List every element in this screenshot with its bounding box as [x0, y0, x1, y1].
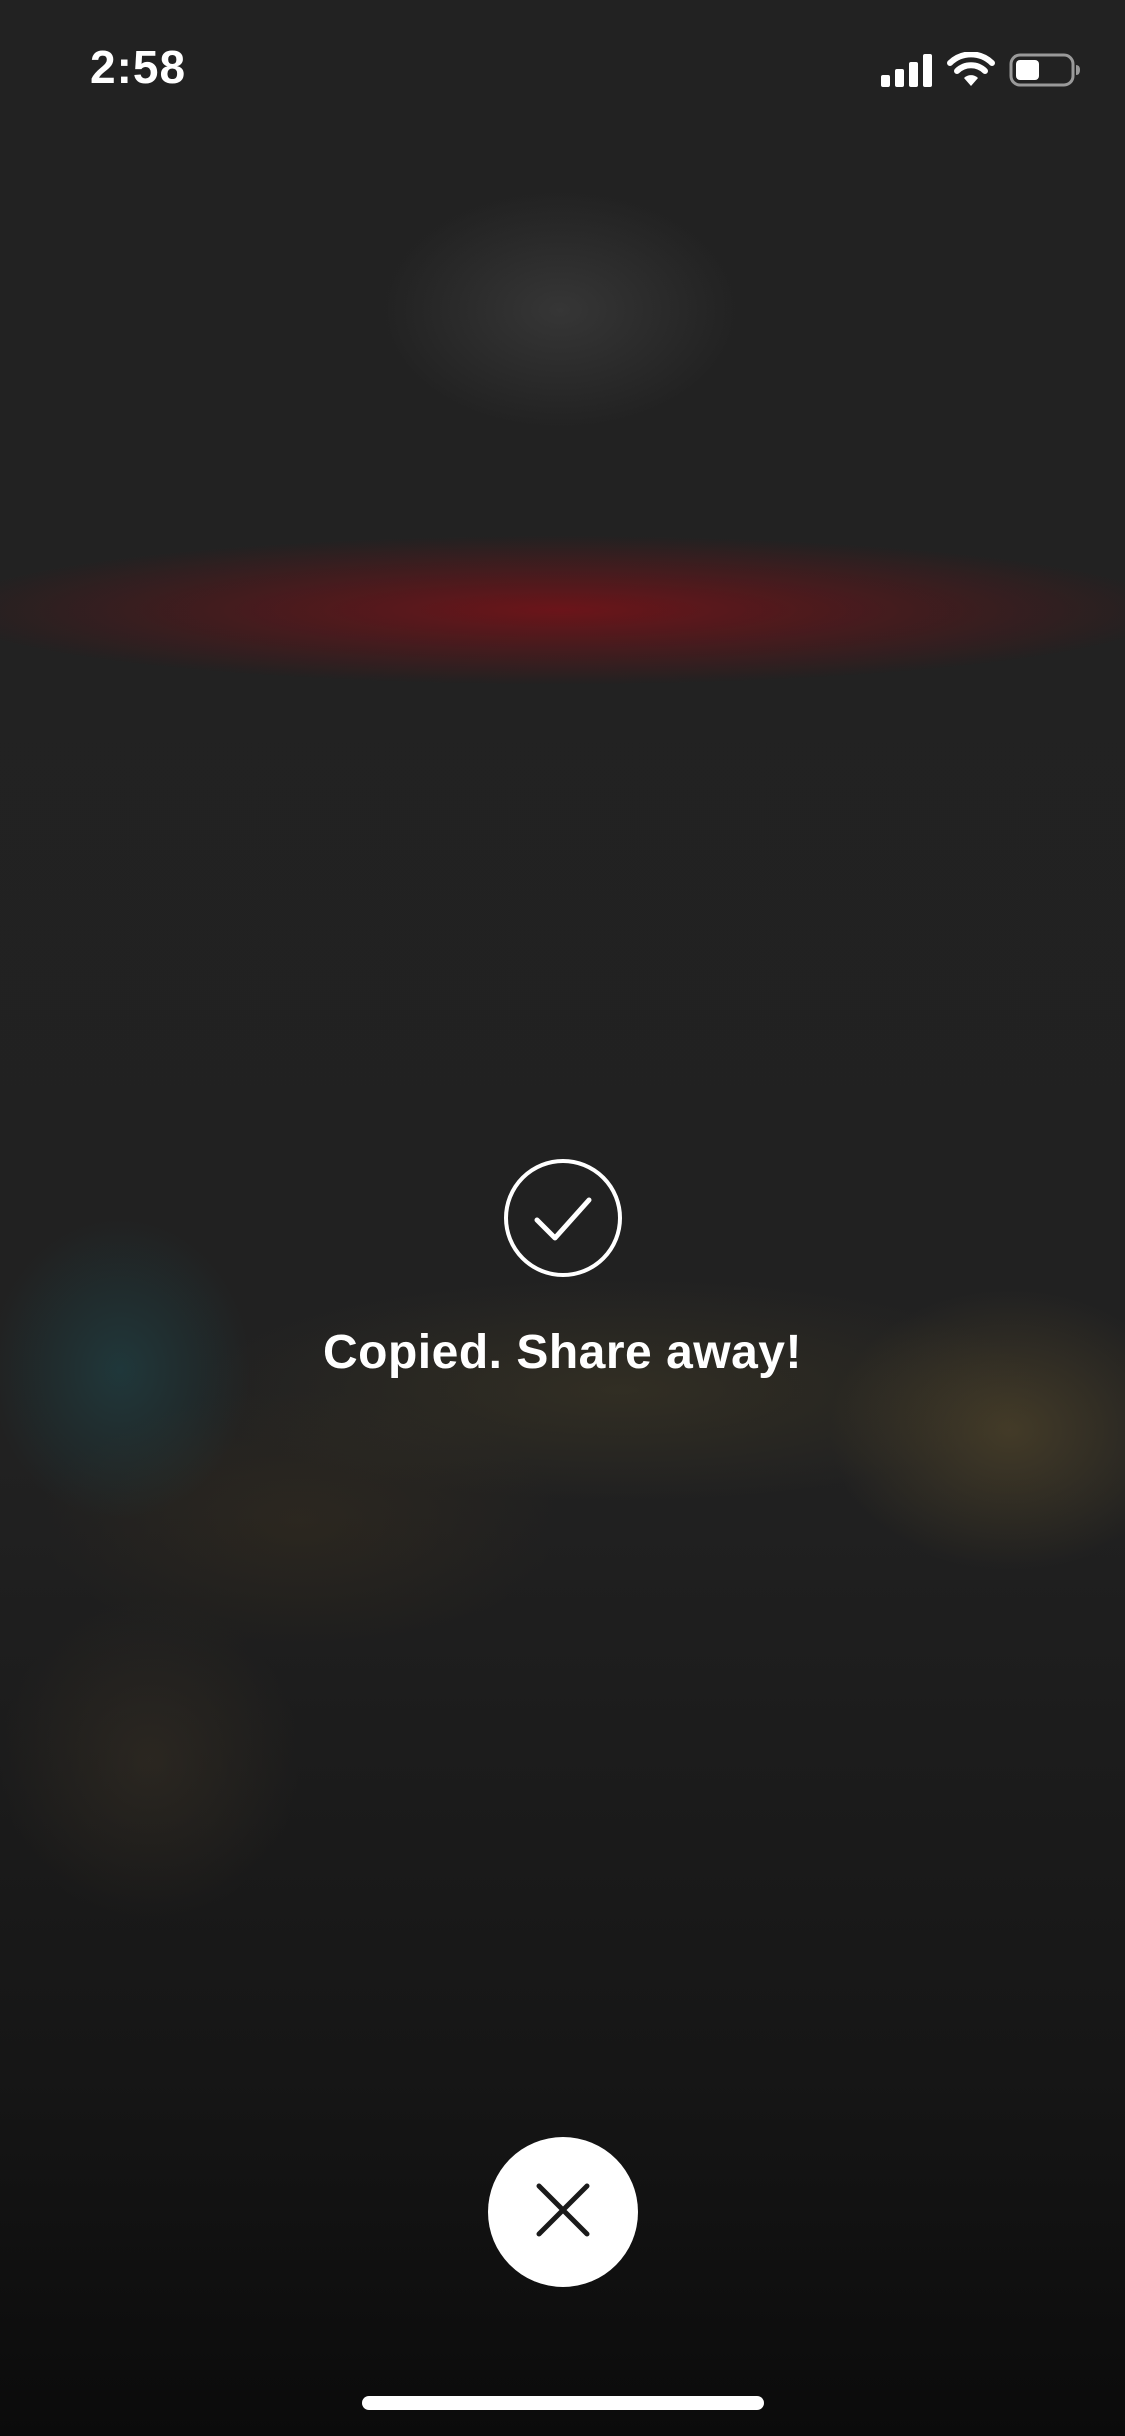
cellular-signal-icon — [881, 53, 933, 87]
share-copied-screen: 2:58 Copied. Share away! — [0, 0, 1125, 2436]
home-indicator[interactable] — [362, 2396, 764, 2410]
close-button[interactable] — [488, 2137, 638, 2287]
confirmation-message: Copied. Share away! — [323, 1326, 802, 1379]
copied-confirmation: Copied. Share away! — [0, 1158, 1125, 1380]
status-bar: 2:58 — [0, 0, 1125, 140]
check-circle-icon — [503, 1158, 623, 1283]
battery-icon — [1009, 52, 1081, 88]
wifi-icon — [947, 52, 995, 88]
status-icons — [881, 50, 1081, 90]
close-icon — [536, 2183, 590, 2242]
status-time: 2:58 — [90, 41, 187, 93]
